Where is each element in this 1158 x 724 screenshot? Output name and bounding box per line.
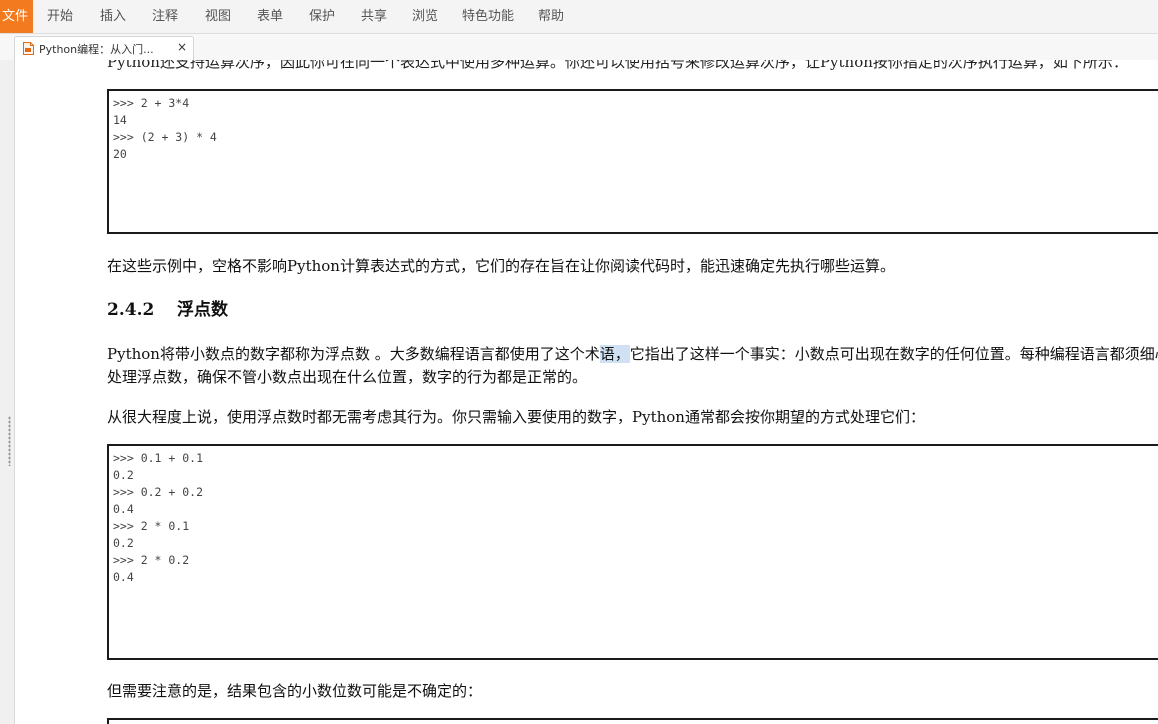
panel-resize-handle[interactable] (8, 416, 11, 466)
code-line: 0.4 (113, 502, 134, 516)
code-line: >>> 2 * 0.2 (113, 553, 190, 567)
close-icon[interactable]: × (177, 40, 187, 54)
menu-help[interactable]: 帮助 (538, 0, 564, 33)
menu-home[interactable]: 开始 (47, 0, 73, 33)
paragraph-text: 它指出了这样一个事实：小数点可出现在数字的任何位置。每种编程语言都须细心设计，以… (629, 345, 1158, 363)
section-heading: 2.4.2 浮点数 (107, 295, 228, 320)
paragraph-float-usage: 从很大程度上说，使用浮点数时都无需考虑其行为。你只需输入要使用的数字，Pytho… (107, 408, 925, 426)
menu-form[interactable]: 表单 (257, 0, 283, 33)
menu-bar: 文件 开始 插入 注释 视图 表单 保护 共享 浏览 特色功能 帮助 (0, 0, 1158, 34)
code-block-2: >>> 0.1 + 0.1 0.2 >>> 0.2 + 0.2 0.4 >>> … (107, 444, 1158, 660)
code-line: >>> (2 + 3) * 4 (113, 130, 217, 144)
code-line: 0.2 (113, 536, 134, 550)
menu-file[interactable]: 文件 (0, 0, 33, 33)
paragraph-text: Python将带小数点的数字都称为浮点数 。大多数编程语言都使用了这个术 (107, 345, 600, 363)
section-number: 2.4.2 (107, 300, 155, 320)
code-block-1: >>> 2 + 3*4 14 >>> (2 + 3) * 4 20 (107, 89, 1158, 234)
paragraph-cut-top: Python还支持运算次序，因此你可在同一个表达式中使用多种运算。你还可以使用括… (107, 60, 1128, 71)
menu-share[interactable]: 共享 (361, 0, 387, 33)
code-line: 0.2 (113, 468, 134, 482)
menu-features[interactable]: 特色功能 (462, 0, 514, 33)
code-line: 14 (113, 113, 127, 127)
menu-insert[interactable]: 插入 (100, 0, 126, 33)
paragraph-float-intro-line2: 处理浮点数，确保不管小数点出现在什么位置，数字的行为都是正常的。 (107, 368, 588, 386)
menu-comment[interactable]: 注释 (152, 0, 178, 33)
pdf-file-icon (23, 42, 34, 55)
menu-browse[interactable]: 浏览 (412, 0, 438, 33)
code-line: 0.4 (113, 570, 134, 584)
text-selection: 语， (599, 345, 630, 363)
menu-view[interactable]: 视图 (205, 0, 231, 33)
code-line: >>> 2 + 3*4 (113, 96, 190, 110)
menu-protect[interactable]: 保护 (309, 0, 335, 33)
code-line: 20 (113, 147, 127, 161)
document-tab[interactable]: Python编程：从入门... × (14, 36, 194, 60)
paragraph-decimal-note: 但需要注意的是，结果包含的小数位数可能是不确定的： (107, 682, 483, 700)
code-block-3-partial (107, 718, 1158, 724)
section-title: 浮点数 (177, 300, 228, 320)
code-line: >>> 0.1 + 0.1 (113, 451, 204, 465)
tab-bar: Python编程：从入门... × (0, 34, 1158, 60)
code-line: >>> 2 * 0.1 (113, 519, 190, 533)
code-line: >>> 0.2 + 0.2 (113, 485, 204, 499)
document-tab-title: Python编程：从入门... (39, 43, 154, 56)
left-panel-edge (0, 60, 15, 724)
paragraph-spacing-note: 在这些示例中，空格不影响Python计算表达式的方式，它们的存在旨在让你阅读代码… (107, 257, 895, 275)
document-page: Python还支持运算次序，因此你可在同一个表达式中使用多种运算。你还可以使用括… (15, 60, 1158, 724)
paragraph-float-intro: Python将带小数点的数字都称为浮点数 。大多数编程语言都使用了这个术语，它指… (107, 343, 1158, 364)
